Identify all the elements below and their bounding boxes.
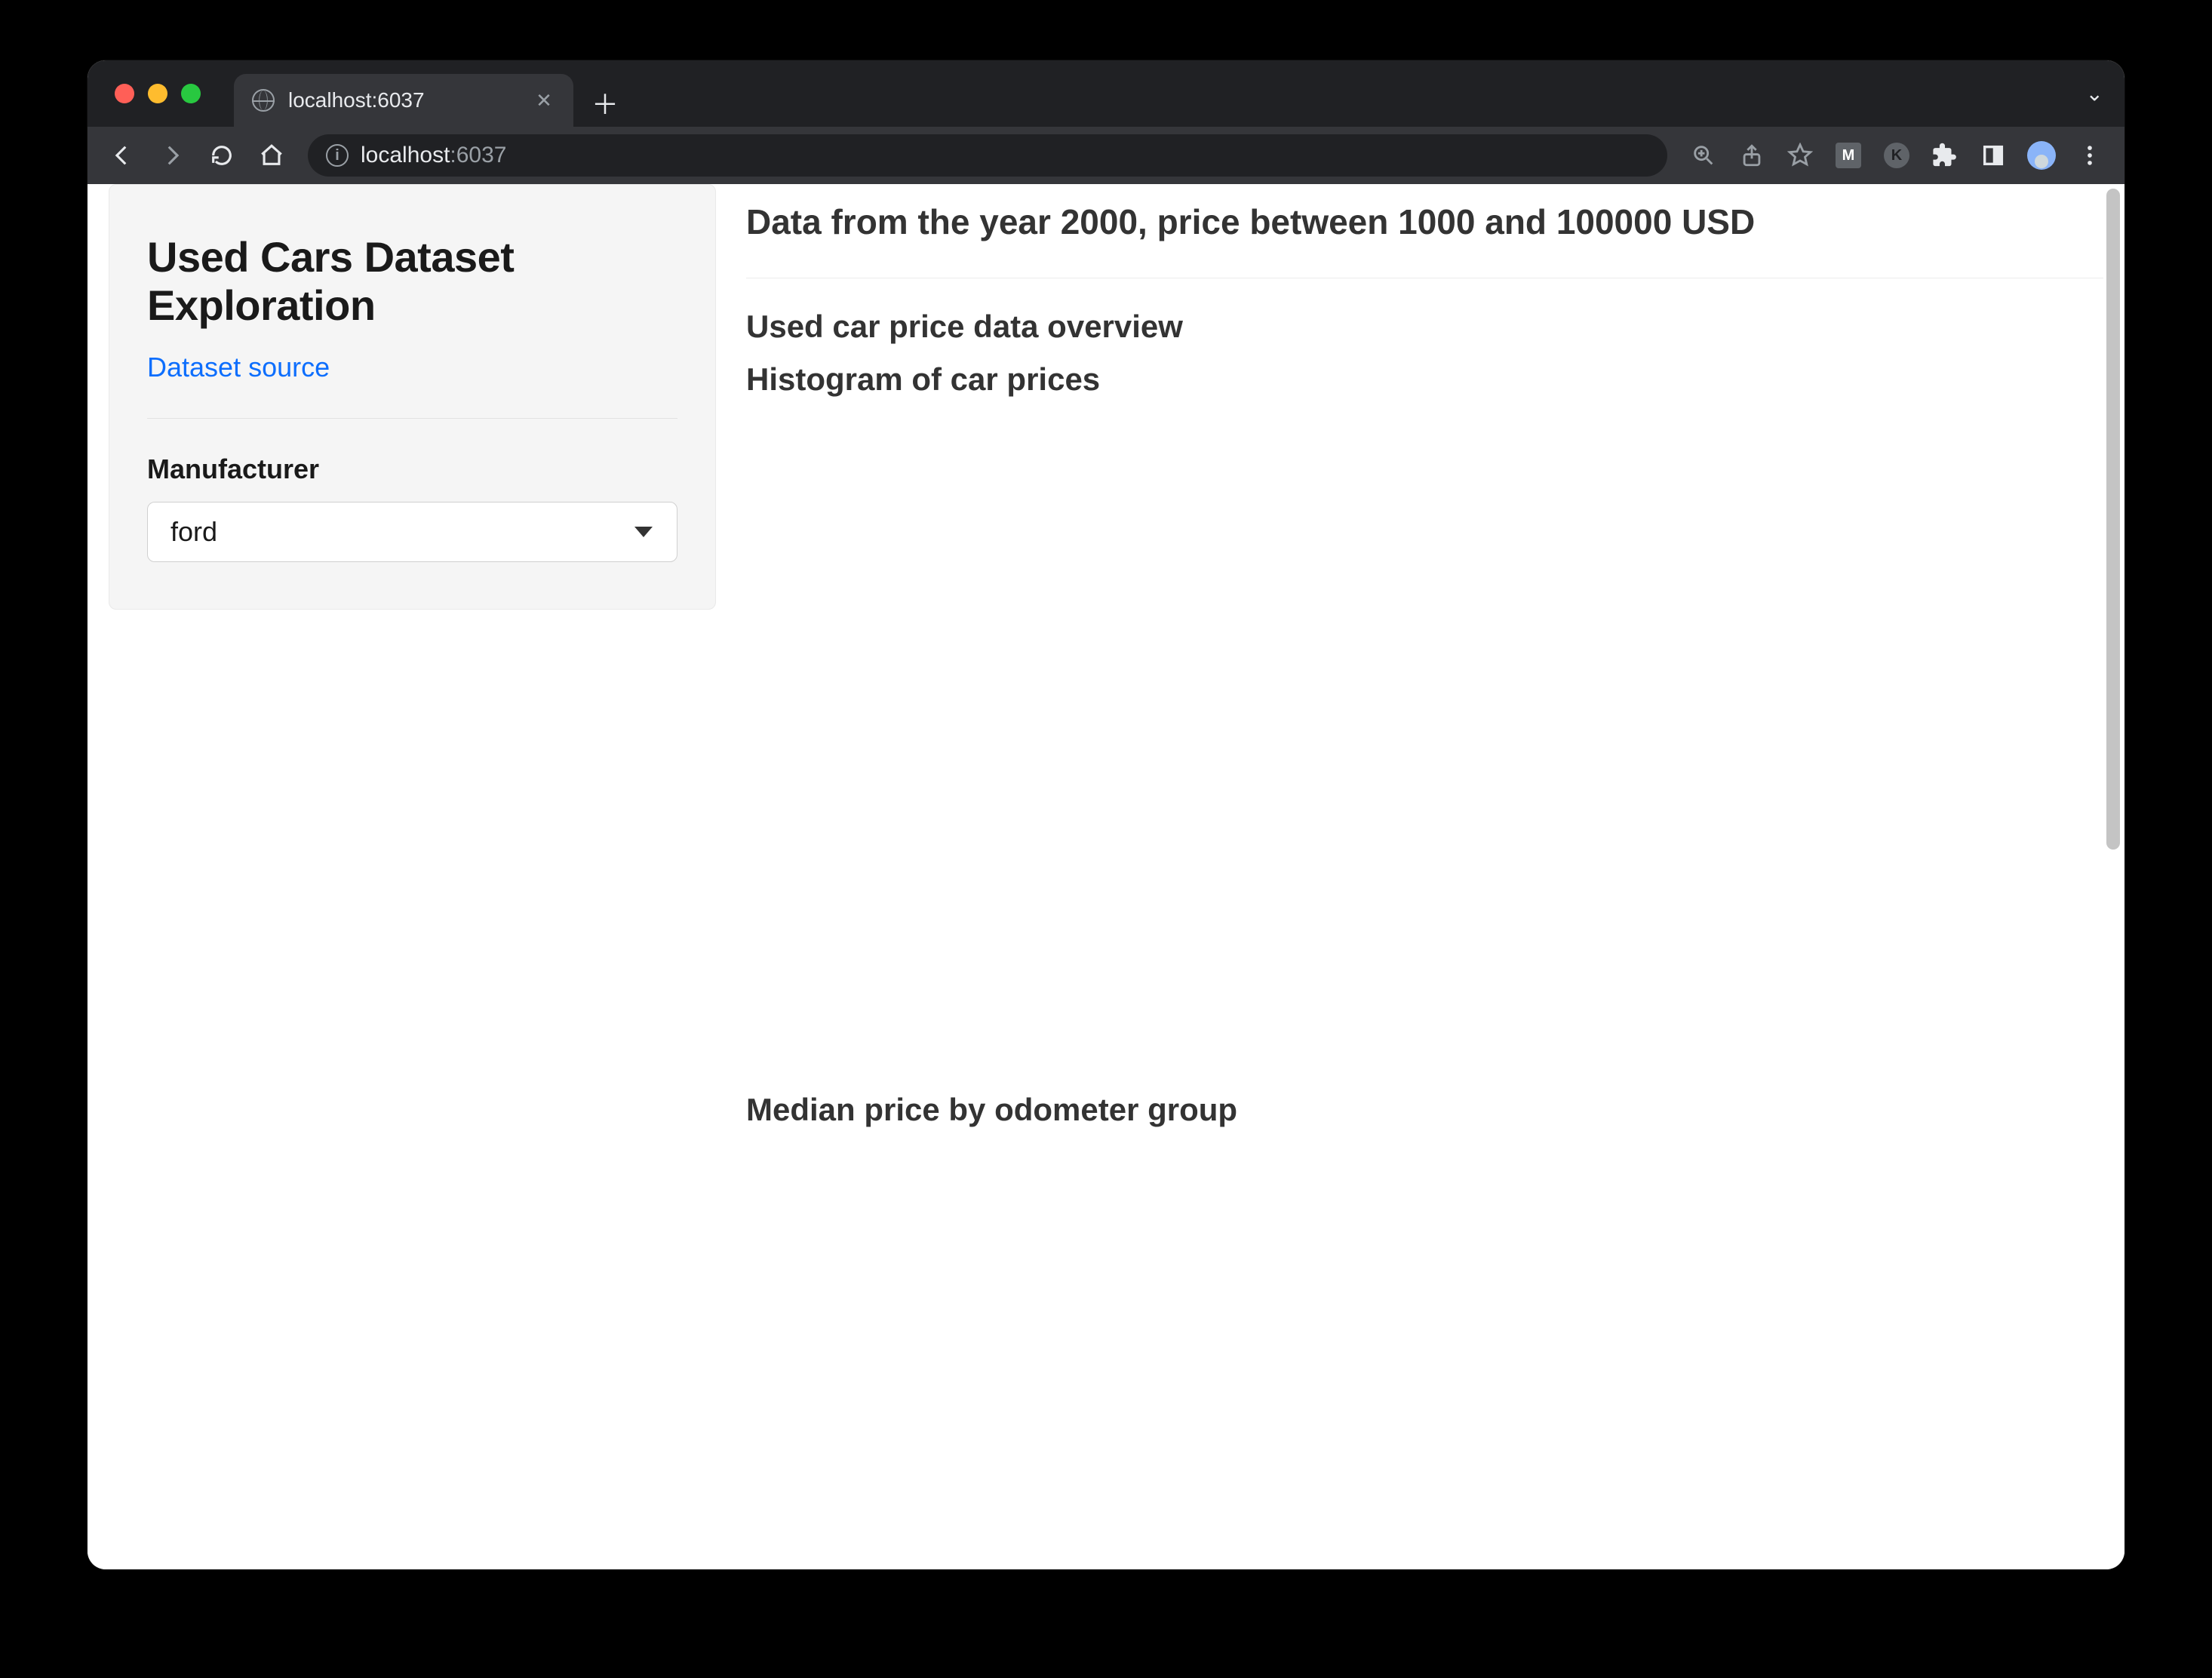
url-text: localhost:6037 (361, 143, 506, 168)
extensions-icon[interactable] (1924, 134, 1966, 177)
browser-toolbar: i localhost:6037 M K (88, 127, 2124, 184)
tab-title: localhost:6037 (288, 88, 425, 112)
window-controls (101, 60, 234, 127)
zoom-icon[interactable] (1682, 134, 1725, 177)
browser-window: localhost:6037 ✕ ＋ ⌄ i localho (88, 60, 2124, 1569)
home-button[interactable] (250, 134, 293, 177)
tab-strip: localhost:6037 ✕ ＋ ⌄ (88, 60, 2124, 127)
window-close-button[interactable] (115, 84, 134, 103)
manufacturer-label: Manufacturer (147, 453, 677, 485)
chevron-down-icon (634, 527, 653, 537)
share-icon[interactable] (1731, 134, 1773, 177)
profile-avatar[interactable] (2020, 134, 2063, 177)
address-bar[interactable]: i localhost:6037 (308, 134, 1667, 177)
site-info-icon[interactable]: i (326, 144, 349, 167)
kebab-menu-icon[interactable] (2069, 134, 2111, 177)
extension-k-icon[interactable]: K (1876, 134, 1918, 177)
tab-close-button[interactable]: ✕ (533, 89, 555, 112)
main-content: Data from the year 2000, price between 1… (746, 184, 2103, 1569)
browser-tab[interactable]: localhost:6037 ✕ (234, 74, 573, 127)
scrollbar-thumb[interactable] (2106, 189, 2120, 850)
manufacturer-select[interactable]: ford (147, 502, 677, 562)
histogram-chart-placeholder (746, 398, 2103, 1092)
histogram-heading: Histogram of car prices (746, 361, 2103, 398)
page-viewport: Used Cars Dataset Exploration Dataset so… (88, 184, 2124, 1569)
tabs-dropdown-button[interactable]: ⌄ (2086, 81, 2103, 106)
forward-button[interactable] (151, 134, 193, 177)
new-tab-button[interactable]: ＋ (581, 78, 629, 127)
overview-heading: Used car price data overview (746, 309, 2103, 345)
app-title: Used Cars Dataset Exploration (147, 233, 677, 330)
page-heading: Data from the year 2000, price between 1… (746, 201, 2103, 244)
toolbar-right-icons: M K (1682, 134, 2111, 177)
bookmark-icon[interactable] (1779, 134, 1821, 177)
sidebar-card: Used Cars Dataset Exploration Dataset so… (109, 184, 716, 610)
url-port: :6037 (450, 143, 506, 167)
window-maximize-button[interactable] (181, 84, 201, 103)
url-host: localhost (361, 143, 450, 167)
median-chart-placeholder (746, 1128, 2103, 1430)
sidebar-divider (147, 418, 677, 419)
dataset-source-link[interactable]: Dataset source (147, 352, 330, 383)
scrollbar-track[interactable] (2106, 189, 2120, 1565)
panel-icon[interactable] (1972, 134, 2014, 177)
window-minimize-button[interactable] (148, 84, 167, 103)
back-button[interactable] (101, 134, 143, 177)
extension-m-icon[interactable]: M (1827, 134, 1869, 177)
manufacturer-select-value: ford (171, 516, 217, 548)
median-heading: Median price by odometer group (746, 1092, 2103, 1128)
globe-icon (252, 89, 275, 112)
sidebar: Used Cars Dataset Exploration Dataset so… (109, 184, 716, 1569)
reload-button[interactable] (201, 134, 243, 177)
